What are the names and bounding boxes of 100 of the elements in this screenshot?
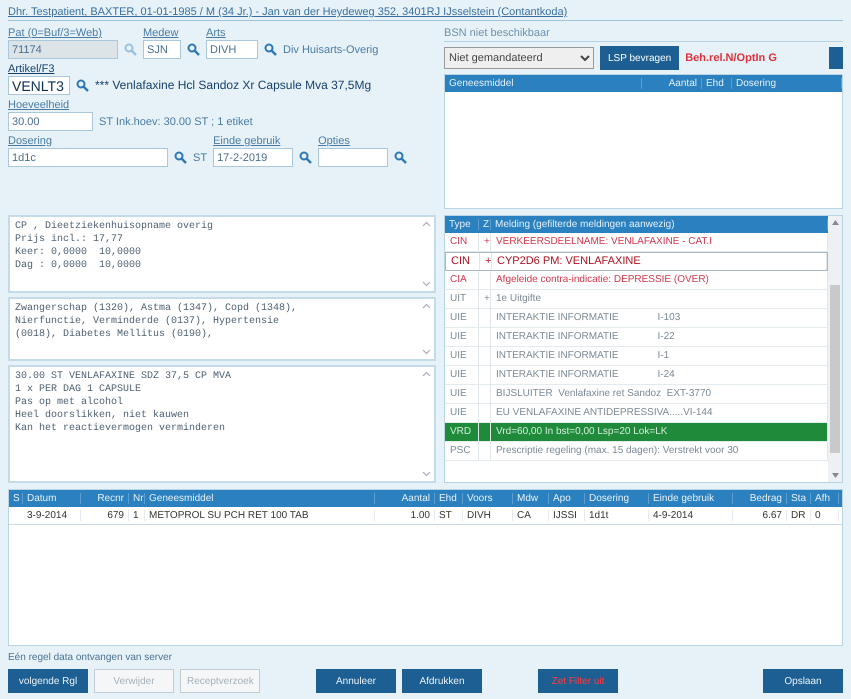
column-header: Bedrag: [733, 492, 787, 504]
input-field[interactable]: SJN: [143, 40, 181, 59]
table-cell: CIA: [445, 270, 479, 289]
article-name: *** Venlafaxine Hcl Sandoz Xr Capsule Mva 37,5Mg: [95, 78, 372, 94]
scroll-up-icon[interactable]: [422, 370, 431, 377]
table-cell: 6.67: [733, 510, 787, 521]
column-header: Ehd: [435, 492, 463, 504]
table-cell: 1: [129, 510, 145, 521]
column-header: Geneesmiddel: [145, 492, 375, 504]
column-header: Z: [479, 218, 491, 230]
table-cell: PSC: [445, 442, 479, 460]
search-icon[interactable]: [264, 43, 277, 56]
text-area[interactable]: 30.00 ST VENLAFAXINE SDZ 37,5 CP MVA 1 x PER DAG 1 CAPSULE Pas op met alcohol Heel doorslikken, niet kauwen Kan het reactievermogen verminderen: [8, 364, 436, 483]
input-field[interactable]: DIVH: [206, 40, 258, 59]
action-button[interactable]: Afdrukken: [402, 669, 482, 693]
field-label: Pat (0=Buf/3=Web): [8, 27, 103, 39]
table-cell: METOPROL SU PCH RET 100 TAB: [145, 510, 375, 521]
alert-row[interactable]: PSC Prescriptie regeling (max. 15 dagen): Verstrekt voor 30: [445, 442, 828, 461]
scrollbar[interactable]: [828, 216, 842, 482]
search-icon[interactable]: [299, 151, 312, 164]
alert-row[interactable]: VRD Vrd=60,00 In bst=0,00 Lsp=20 Lok=LK: [445, 422, 828, 442]
input-field[interactable]: 30.00: [8, 112, 93, 131]
table-cell: ST: [435, 510, 463, 521]
column-header: Voors: [463, 492, 513, 504]
column-header: Datum: [23, 492, 81, 504]
alert-row[interactable]: CIN + CYP2D6 PM: VENLAFAXINE: [445, 252, 828, 271]
table-cell: 679: [81, 510, 129, 521]
column-header: Mdw: [513, 492, 549, 504]
alert-row[interactable]: UIE INTERAKTIE INFORMATIE I-24: [445, 366, 828, 385]
alert-row[interactable]: UIE BIJSLUITER Venlafaxine ret Sandoz EXT-3770: [445, 384, 828, 404]
relation-status: Beh.rel.N/OptIn G: [685, 52, 777, 64]
alert-row[interactable]: UIE INTERAKTIE INFORMATIE I-22: [445, 328, 828, 347]
input-field[interactable]: [318, 148, 388, 167]
column-header: Apo: [549, 492, 585, 504]
scroll-down-icon[interactable]: [832, 472, 838, 478]
alert-row[interactable]: CIA Afgeleide contra-indicatie: DEPRESSIE (OVER): [445, 270, 828, 290]
table-cell: IJSSI: [549, 510, 585, 521]
column-header: Dosering: [732, 78, 842, 89]
table-cell: UIE: [445, 346, 479, 365]
scroll-down-icon[interactable]: [422, 470, 431, 477]
table-cell: UIE: [445, 308, 479, 327]
field-label: Medew: [143, 27, 180, 39]
column-header: Nr: [129, 492, 145, 504]
scroll-up-icon[interactable]: [422, 220, 431, 227]
column-header: S: [9, 492, 23, 504]
table-cell: DIVH: [463, 510, 513, 521]
scroll-down-icon[interactable]: [422, 280, 431, 287]
alert-row[interactable]: UIE INTERAKTIE INFORMATIE I-103: [445, 308, 828, 328]
table-cell: VRD: [445, 422, 479, 441]
input-field[interactable]: VENLT3: [8, 76, 70, 95]
search-icon[interactable]: [394, 151, 408, 164]
field-label: Artikel/F3: [8, 63, 56, 75]
input-field[interactable]: 1d1c: [8, 148, 168, 167]
search-icon[interactable]: [187, 43, 200, 56]
text-line: Zwangerschap (1320), Astma (1347), Copd (1348),: [15, 302, 298, 315]
input-field[interactable]: 17-2-2019: [213, 148, 294, 167]
table-cell: +: [479, 290, 491, 308]
text-line: Dag : 0,0000 10,0000: [15, 258, 142, 272]
text-line: Prijs incl.: 17,77: [15, 232, 124, 246]
text-area[interactable]: CP , Dieetziekenhuisopname overig Prijs incl.: 17,77 Keer: 0,0000 10,0000 Dag : 0,0000 10,0000: [8, 214, 436, 293]
search-icon[interactable]: [124, 43, 137, 56]
table-cell: CIN: [445, 232, 479, 251]
text-line: Heel doorslikken, niet kauwen: [15, 408, 190, 422]
scroll-up-icon[interactable]: [422, 302, 431, 309]
text-line: CP , Dieetziekenhuisopname overig: [15, 220, 214, 233]
table-cell: 1.00: [375, 510, 435, 521]
unit-label: ST: [193, 152, 208, 166]
text-line: 30.00 ST VENLAFAXINE SDZ 37,5 CP MVA: [15, 370, 232, 383]
alert-row[interactable]: CIN + VERKEERSDEELNAME: VENLAFAXINE - CAT.I: [445, 232, 828, 252]
table-cell: UIE: [445, 366, 479, 384]
lsp-button[interactable]: LSP bevragen: [600, 46, 680, 70]
table-cell: UIE: [445, 384, 479, 403]
search-icon[interactable]: [76, 79, 89, 92]
alert-row[interactable]: UIE EU VENLAFAXINE ANTIDEPRESSIVA.....VI-144: [445, 404, 828, 423]
table-cell: +: [479, 232, 491, 251]
table-cell: UIE: [445, 328, 479, 346]
column-header: Ehd: [702, 78, 732, 89]
text-line: Kan het reactievermogen verminderen: [15, 422, 226, 435]
quantity-info: ST Ink.hoev: 30.00 ST ; 1 etiket: [99, 116, 253, 130]
bsn-status: BSN niet beschikbaar: [444, 27, 843, 42]
column-header: Type: [445, 218, 479, 230]
action-button[interactable]: volgende Rgl: [8, 669, 88, 693]
action-button[interactable]: Opslaan: [763, 669, 843, 693]
mandate-dropdown[interactable]: Niet gemandateerd: [444, 47, 594, 69]
doctor-name: Div Huisarts-Overig: [283, 44, 378, 58]
text-area[interactable]: Zwangerschap (1320), Astma (1347), Copd (1348), Nierfunctie, Verminderde (0137), Hypertensie (0018), Diabetes Mellitus (0190),: [8, 296, 436, 361]
patient-link[interactable]: Dhr. Testpatient, BAXTER, 01-01-1985 / M (34 Jr.) - Jan van der Heydeweg 352, 3401RJ IJsselstein (Contantkoda): [8, 6, 843, 21]
column-header: Afh: [811, 492, 839, 504]
scroll-up-icon[interactable]: [832, 220, 838, 225]
search-icon[interactable]: [174, 151, 187, 164]
text-line: (0018), Diabetes Mellitus (0190),: [15, 328, 214, 341]
column-header: Geneesmiddel: [445, 78, 642, 89]
alert-row[interactable]: UIE INTERAKTIE INFORMATIE I-1: [445, 346, 828, 366]
column-header: Dosering: [585, 492, 649, 504]
table-cell: +: [480, 252, 492, 270]
scroll-down-icon[interactable]: [422, 348, 431, 355]
alert-row[interactable]: UIT + 1e Uitgifte: [445, 290, 828, 309]
table-cell: 0: [811, 510, 839, 521]
table-cell: CIN: [446, 252, 480, 270]
action-button[interactable]: Annuleer: [316, 669, 396, 693]
